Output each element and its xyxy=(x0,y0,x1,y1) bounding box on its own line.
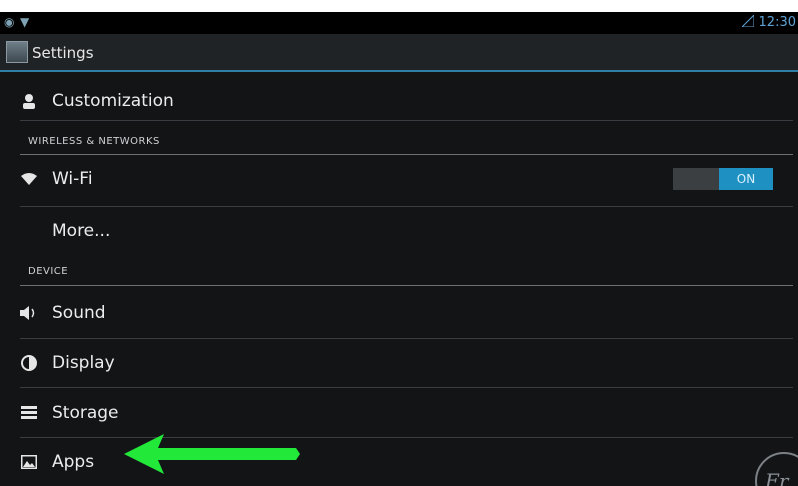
wifi-toggle[interactable]: ON xyxy=(673,168,773,190)
signal-icon xyxy=(742,15,754,27)
gps-icon: ◉ xyxy=(4,15,15,29)
section-divider xyxy=(20,285,793,286)
settings-item-label: More... xyxy=(52,221,111,241)
settings-item-display[interactable]: Display xyxy=(20,348,792,378)
settings-item-label: Storage xyxy=(52,403,119,423)
wifi-icon: ▼ xyxy=(20,15,30,29)
divider xyxy=(20,120,793,121)
page-title: Settings xyxy=(32,44,94,62)
status-bar: ◉ ▼ 12:30 xyxy=(0,12,798,34)
person-icon xyxy=(20,92,38,110)
settings-app-icon[interactable] xyxy=(6,41,28,63)
wifi-icon xyxy=(20,170,38,188)
toggle-on-label: ON xyxy=(719,168,773,190)
action-bar: Settings xyxy=(0,34,798,72)
storage-icon xyxy=(20,404,38,422)
settings-item-sound[interactable]: Sound xyxy=(20,298,792,328)
brightness-icon xyxy=(20,354,38,372)
settings-item-storage[interactable]: Storage xyxy=(20,398,792,428)
settings-item-label: Wi-Fi xyxy=(52,169,93,189)
speaker-icon xyxy=(20,304,38,322)
settings-item-label: Customization xyxy=(52,91,174,111)
clock: 12:30 xyxy=(758,15,796,30)
section-header-wireless: WIRELESS & NETWORKS xyxy=(28,136,160,147)
divider xyxy=(20,387,793,388)
settings-screen: car-so ◉ ▼ 12:30 Settings Customization … xyxy=(0,12,798,486)
settings-item-customization[interactable]: Customization xyxy=(20,86,792,116)
settings-item-label: Sound xyxy=(52,303,106,323)
settings-item-label: Display xyxy=(52,353,115,373)
settings-item-more[interactable]: More... xyxy=(20,216,792,246)
pointer-arrow-icon xyxy=(124,434,300,474)
apps-icon xyxy=(20,453,38,471)
section-divider xyxy=(20,154,793,155)
section-header-device: DEVICE xyxy=(28,266,69,277)
divider xyxy=(20,206,793,207)
divider xyxy=(20,338,793,339)
settings-item-label: Apps xyxy=(52,452,95,472)
